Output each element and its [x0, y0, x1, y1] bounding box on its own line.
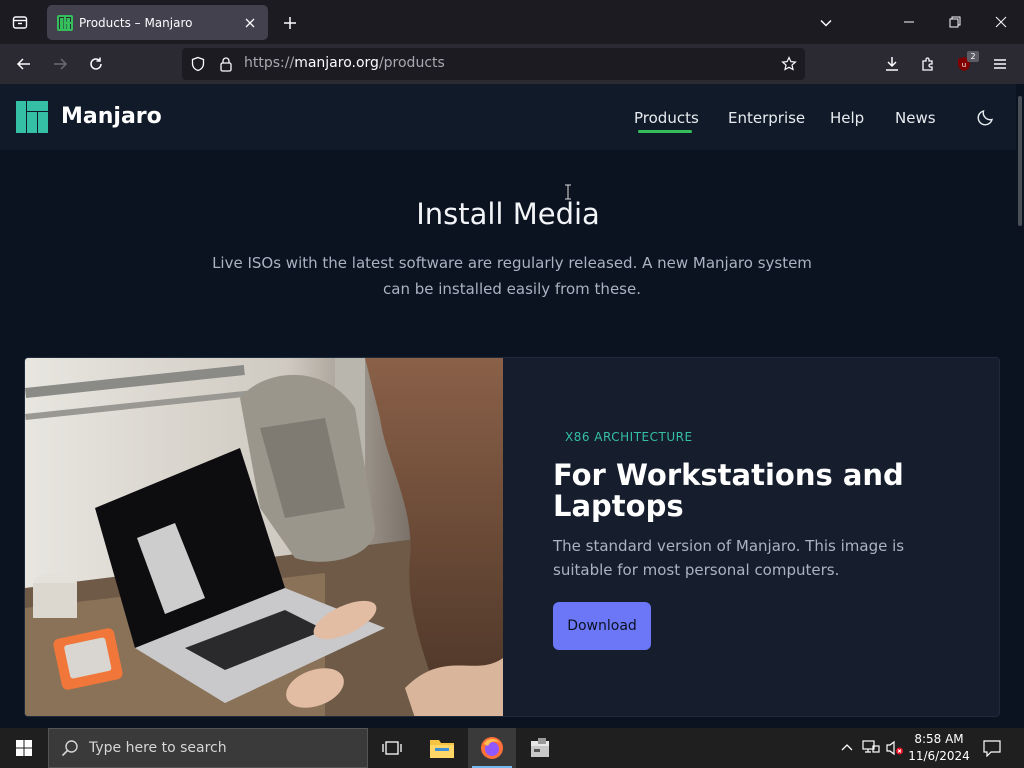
url-host: manjaro.org [294, 55, 379, 71]
ublock-extension-button[interactable]: u 2 [948, 48, 980, 80]
nav-help-link[interactable]: Help [830, 109, 864, 127]
close-tab-button[interactable] [238, 11, 262, 35]
nav-news-link[interactable]: News [895, 109, 936, 127]
folder-icon [429, 737, 455, 759]
show-hidden-icons-button[interactable] [836, 728, 858, 768]
restore-icon [949, 16, 961, 28]
network-tray-button[interactable] [860, 728, 882, 768]
plus-icon [283, 16, 297, 30]
minimize-window-button[interactable] [886, 0, 932, 44]
network-icon [862, 740, 880, 756]
download-button[interactable]: Download [553, 602, 651, 650]
start-button[interactable] [0, 728, 48, 768]
page-title: Install Media [416, 197, 600, 231]
site-name[interactable]: Manjaro [61, 104, 162, 129]
hamburger-menu-icon [992, 56, 1008, 72]
firefox-taskbar-button[interactable] [468, 728, 516, 768]
arrow-right-icon [52, 56, 68, 72]
reload-icon [88, 56, 104, 72]
extensions-button[interactable] [912, 48, 944, 80]
reload-button[interactable] [80, 48, 112, 80]
site-header: Manjaro Products Enterprise Help News [0, 84, 1016, 150]
shield-icon[interactable] [190, 56, 206, 72]
new-tab-button[interactable] [276, 9, 304, 37]
star-icon[interactable] [781, 56, 797, 72]
close-icon [995, 16, 1007, 28]
back-button[interactable] [8, 48, 40, 80]
tab-title: Products – Manjaro [79, 15, 193, 30]
browser-navigation-bar: https://manjaro.org/products u 2 [0, 44, 1024, 84]
tab-manjaro-products[interactable]: Products – Manjaro [47, 5, 268, 40]
forward-button[interactable] [44, 48, 76, 80]
extension-badge-count: 2 [967, 51, 979, 62]
url-text[interactable]: https://manjaro.org/products [244, 55, 445, 71]
nav-enterprise-link[interactable]: Enterprise [728, 109, 805, 127]
page-scrollbar[interactable] [1016, 84, 1024, 728]
scrollbar-thumb[interactable] [1018, 96, 1022, 226]
windows-logo-icon [16, 740, 32, 756]
arrow-left-icon [16, 56, 32, 72]
browser-tab-strip: Products – Manjaro [0, 0, 1024, 44]
clock-date: 11/6/2024 [908, 749, 970, 763]
task-view-button[interactable] [368, 728, 416, 768]
tab-overflow-button[interactable] [812, 9, 840, 37]
taskbar-search-box[interactable]: Type here to search [48, 728, 368, 768]
nav-active-indicator [638, 130, 692, 133]
close-icon [245, 18, 255, 28]
theme-toggle-button[interactable] [975, 106, 997, 128]
chevron-down-icon [819, 16, 833, 30]
text-cursor-icon [564, 184, 572, 200]
minimize-icon [903, 16, 915, 28]
close-window-button[interactable] [978, 0, 1024, 44]
package-icon [528, 737, 552, 759]
svg-text:u: u [962, 61, 966, 69]
product-description: The standard version of Manjaro. This im… [553, 537, 905, 579]
puzzle-icon [920, 56, 936, 72]
list-all-tabs-button[interactable] [6, 8, 34, 36]
search-placeholder: Type here to search [89, 740, 227, 756]
open-menu-button[interactable] [984, 48, 1016, 80]
restore-window-button[interactable] [932, 0, 978, 44]
task-view-icon [382, 740, 402, 756]
moon-icon [977, 108, 995, 126]
file-explorer-taskbar-button[interactable] [418, 728, 466, 768]
download-icon [884, 56, 900, 72]
url-path: /products [378, 55, 445, 71]
tab-list-icon [12, 14, 28, 30]
nav-products-link[interactable]: Products [634, 109, 699, 127]
app-installer-taskbar-button[interactable] [516, 728, 564, 768]
address-bar[interactable]: https://manjaro.org/products [182, 48, 805, 80]
manjaro-favicon-icon [57, 14, 73, 31]
lock-icon[interactable] [218, 56, 234, 72]
web-page: Manjaro Products Enterprise Help News In… [0, 84, 1024, 728]
woman-laptop-photo [25, 358, 503, 716]
taskbar-clock[interactable]: 8:58 AM 11/6/2024 [904, 731, 974, 765]
notification-icon [983, 739, 1001, 757]
page-description: Live ISOs with the latest software are r… [212, 254, 812, 298]
product-card-x86: X86 ARCHITECTURE For Workstations and La… [24, 357, 1000, 717]
search-icon [61, 739, 79, 757]
clock-time: 8:58 AM [914, 732, 964, 746]
chevron-up-icon [841, 742, 853, 754]
url-scheme: https:// [244, 55, 295, 71]
firefox-icon [480, 736, 504, 760]
volume-tray-button[interactable] [884, 728, 906, 768]
windows-taskbar: Type here to search 8:58 AM 11/6/2024 [0, 728, 1024, 768]
architecture-label: X86 ARCHITECTURE [565, 430, 693, 444]
manjaro-logo-icon[interactable] [16, 101, 48, 133]
action-center-button[interactable] [978, 728, 1006, 768]
downloads-button[interactable] [876, 48, 908, 80]
speaker-muted-icon [886, 740, 904, 756]
product-heading: For Workstations and Laptops [553, 458, 904, 523]
